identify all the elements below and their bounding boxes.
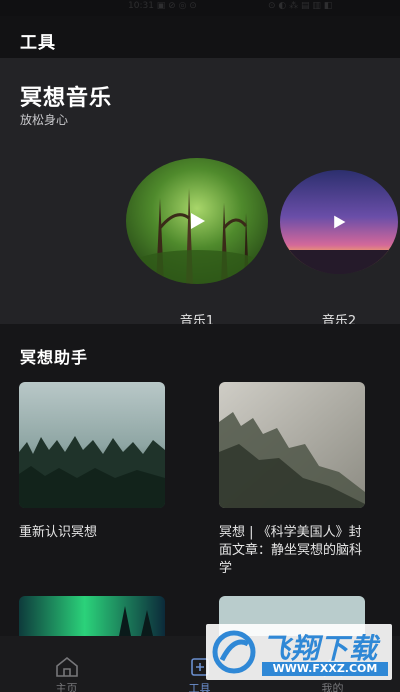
app-header: 工具 — [0, 16, 400, 58]
article-card-2[interactable]: 冥想 | 《科学美国人》封面文章：静坐冥想的脑科学 — [219, 382, 365, 578]
status-left-icons: 10:31 ▣ ⊘ ◎ ⊙ — [128, 1, 197, 11]
meditation-music-section: 冥想音乐 放松身心 音乐1 音乐2 — [0, 58, 400, 324]
music-section-subtitle: 放松身心 — [20, 113, 69, 127]
article-1-thumbnail[interactable] — [19, 382, 165, 508]
nav-label-tools: 工具 — [188, 682, 211, 692]
music-2-label: 音乐2 — [321, 314, 357, 324]
watermark-logo-icon — [212, 630, 256, 674]
music-2-cover[interactable] — [280, 170, 398, 274]
status-bar: 10:31 ▣ ⊘ ◎ ⊙ ⊙ ◐ ⁂ ▤ ▥ ◧ — [0, 0, 400, 16]
article-1-title[interactable]: 重新认识冥想 — [19, 524, 165, 542]
assistant-section-title: 冥想助手 — [20, 348, 89, 367]
music-section-title: 冥想音乐 — [20, 86, 113, 111]
watermark-text: 飞翔下载 — [262, 632, 379, 665]
article-card-1[interactable]: 重新认识冥想 — [19, 382, 165, 542]
watermark: 飞翔下载 WWW.FXXZ.COM — [206, 624, 392, 680]
play-icon[interactable] — [331, 214, 347, 230]
watermark-url: WWW.FXXZ.COM — [262, 662, 388, 676]
page-title: 工具 — [20, 33, 56, 53]
nav-label-home: 主页 — [55, 682, 78, 692]
status-right-icons: ⊙ ◐ ⁂ ▤ ▥ ◧ — [268, 1, 333, 11]
article-2-thumbnail[interactable] — [219, 382, 365, 508]
nav-tab-home[interactable]: 主页 — [0, 636, 133, 692]
play-icon[interactable] — [187, 211, 207, 231]
nav-label-profile: 我的 — [321, 682, 344, 692]
music-1-label: 音乐1 — [179, 314, 215, 324]
music-card-2[interactable]: 音乐2 — [280, 158, 398, 324]
home-icon — [55, 656, 78, 677]
article-3-thumbnail[interactable] — [19, 596, 165, 636]
music-1-cover[interactable] — [126, 158, 268, 284]
music-card-1[interactable]: 音乐1 — [126, 158, 268, 324]
meditation-assistant-section: 冥想助手 重新认识冥想 冥想 | 《科学美国人》封面文章：静坐冥想的脑科学 — [0, 324, 400, 636]
article-card-3[interactable] — [19, 596, 165, 636]
article-2-title[interactable]: 冥想 | 《科学美国人》封面文章：静坐冥想的脑科学 — [219, 524, 365, 578]
